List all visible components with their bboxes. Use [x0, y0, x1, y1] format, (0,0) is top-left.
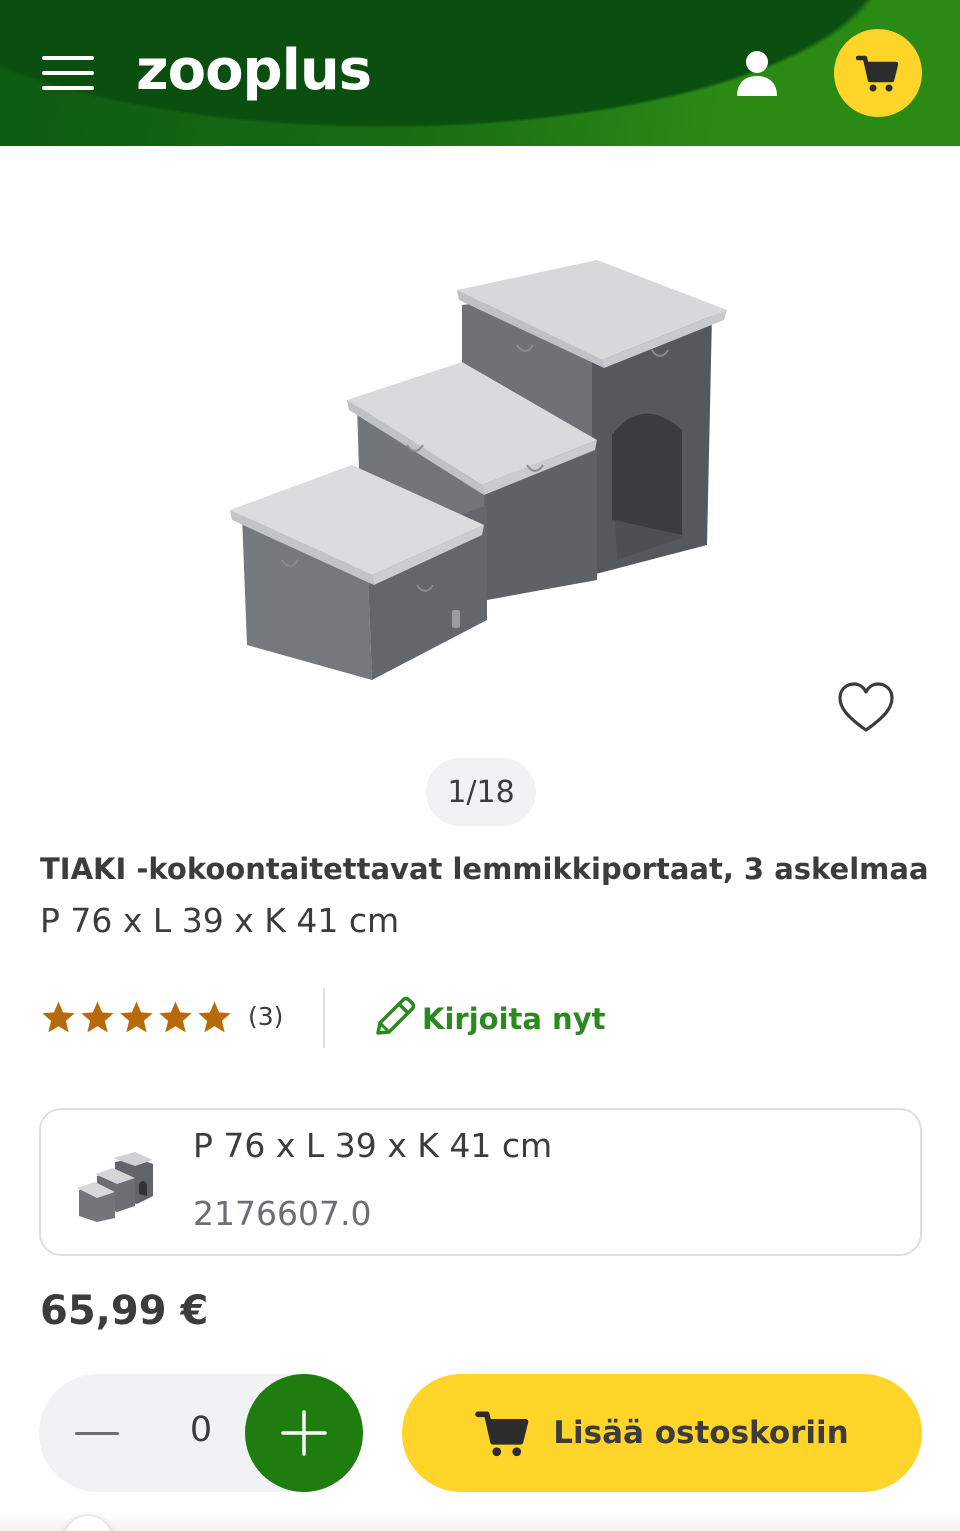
- write-review-link[interactable]: Kirjoita nyt: [366, 992, 605, 1046]
- quantity-stepper: 0: [39, 1374, 363, 1492]
- variant-selector[interactable]: P 76 x L 39 x K 41 cm 2176607.0: [39, 1108, 922, 1256]
- zooplus-logo[interactable]: zooplus: [136, 36, 372, 106]
- variant-sku: 2176607.0: [193, 1194, 372, 1233]
- product-price: 65,99 €: [40, 1288, 209, 1334]
- product-dimensions: P 76 x L 39 x K 41 cm: [40, 901, 400, 940]
- plus-button[interactable]: [245, 1374, 363, 1492]
- pencil-icon: [376, 996, 416, 1035]
- add-to-cart-button[interactable]: Lisää ostoskoriin: [402, 1374, 922, 1492]
- cart-button[interactable]: [834, 29, 922, 117]
- star-rating[interactable]: [40, 1000, 233, 1034]
- star-icon: [120, 1001, 153, 1033]
- user-icon[interactable]: [730, 46, 784, 100]
- hamburger-menu-icon[interactable]: [40, 52, 96, 94]
- review-count[interactable]: (3): [248, 1002, 283, 1031]
- star-icon: [42, 1001, 75, 1033]
- add-to-cart-label: Lisää ostoskoriin: [553, 1415, 849, 1451]
- product-title: TIAKI -kokoontaitettavat lemmikkiportaat…: [40, 852, 929, 886]
- bottom-fade: [0, 1512, 960, 1531]
- product-image[interactable]: [212, 190, 752, 730]
- image-counter: 1/18: [426, 758, 536, 826]
- minus-icon[interactable]: [67, 1413, 127, 1453]
- shopping-cart-icon: [856, 55, 899, 92]
- divider: [323, 988, 325, 1048]
- star-icon: [81, 1001, 114, 1033]
- rating-row: (3) Kirjoita nyt: [40, 988, 920, 1048]
- quantity-value[interactable]: 0: [169, 1410, 233, 1450]
- variant-thumbnail: [75, 1146, 155, 1222]
- variant-size: P 76 x L 39 x K 41 cm: [193, 1126, 553, 1165]
- star-icon: [159, 1001, 192, 1033]
- site-header: zooplus: [0, 0, 960, 146]
- star-icon: [198, 1001, 231, 1033]
- heart-outline-icon[interactable]: [836, 680, 896, 736]
- plus-icon: [281, 1410, 327, 1456]
- shopping-cart-icon: [475, 1411, 529, 1457]
- write-review-label: Kirjoita nyt: [422, 1002, 606, 1036]
